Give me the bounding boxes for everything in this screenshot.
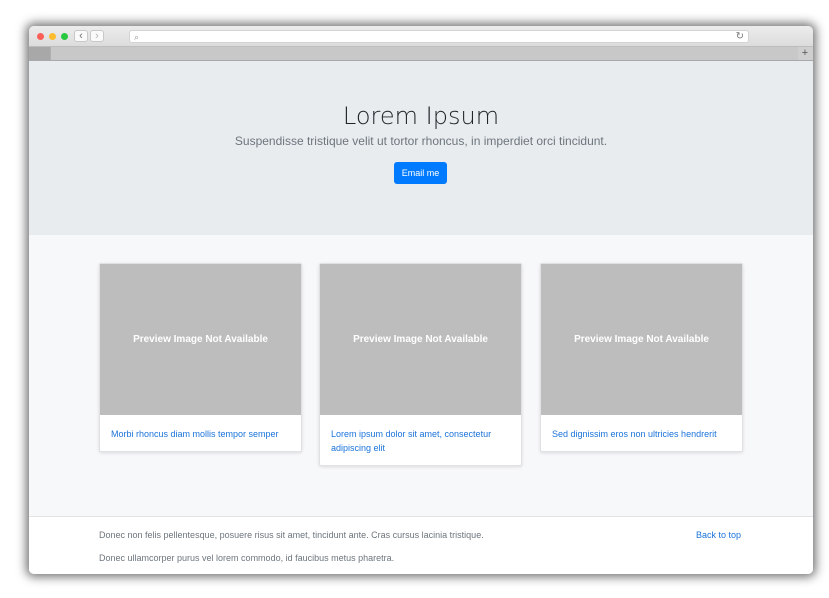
- close-window-icon[interactable]: [37, 33, 44, 40]
- tab-strip[interactable]: [50, 47, 798, 60]
- page-title: Lorem Ipsum: [342, 102, 500, 130]
- card: Preview Image Not Available Sed dignissi…: [540, 263, 743, 452]
- back-to-top-link[interactable]: Back to top: [696, 530, 741, 541]
- footer-text: Donec ullamcorper purus vel lorem commod…: [99, 553, 395, 563]
- card-body: Morbi rhoncus diam mollis tempor semper: [100, 415, 301, 451]
- card-body: Sed dignissim eros non ultricies hendrer…: [541, 415, 742, 451]
- title-bar: ‹ › ⌕ ↻: [29, 26, 813, 46]
- minimize-window-icon[interactable]: [49, 33, 56, 40]
- tab-active[interactable]: [29, 47, 50, 60]
- footer-text: Donec non felis pellentesque, posuere ri…: [99, 530, 484, 540]
- search-icon: ⌕: [134, 32, 140, 42]
- forward-button[interactable]: ›: [90, 30, 104, 42]
- new-tab-button[interactable]: +: [798, 47, 812, 60]
- browser-window: ‹ › ⌕ ↻ + Lorem Ipsum Suspendisse tristi…: [29, 26, 813, 574]
- card-link[interactable]: Sed dignissim eros non ultricies hendrer…: [552, 427, 731, 441]
- hero-subtitle: Suspendisse tristique velit ut tortor rh…: [234, 134, 608, 148]
- card: Preview Image Not Available Morbi rhoncu…: [99, 263, 302, 452]
- address-bar[interactable]: ⌕ ↻: [129, 30, 749, 43]
- card-link[interactable]: Morbi rhoncus diam mollis tempor semper: [111, 427, 290, 441]
- image-placeholder: Preview Image Not Available: [100, 264, 301, 415]
- reload-icon[interactable]: ↻: [736, 31, 744, 42]
- page-footer: Donec non felis pellentesque, posuere ri…: [29, 516, 813, 574]
- hero-section: Lorem Ipsum Suspendisse tristique velit …: [29, 61, 813, 235]
- card: Preview Image Not Available Lorem ipsum …: [319, 263, 522, 466]
- card-album: Preview Image Not Available Morbi rhoncu…: [29, 235, 813, 516]
- image-placeholder: Preview Image Not Available: [541, 264, 742, 415]
- card-link[interactable]: Lorem ipsum dolor sit amet, consectetur …: [331, 427, 510, 455]
- back-button[interactable]: ‹: [74, 30, 88, 42]
- tab-bar: +: [29, 46, 813, 61]
- email-me-button[interactable]: Email me: [394, 162, 447, 184]
- zoom-window-icon[interactable]: [61, 33, 68, 40]
- card-body: Lorem ipsum dolor sit amet, consectetur …: [320, 415, 521, 465]
- image-placeholder: Preview Image Not Available: [320, 264, 521, 415]
